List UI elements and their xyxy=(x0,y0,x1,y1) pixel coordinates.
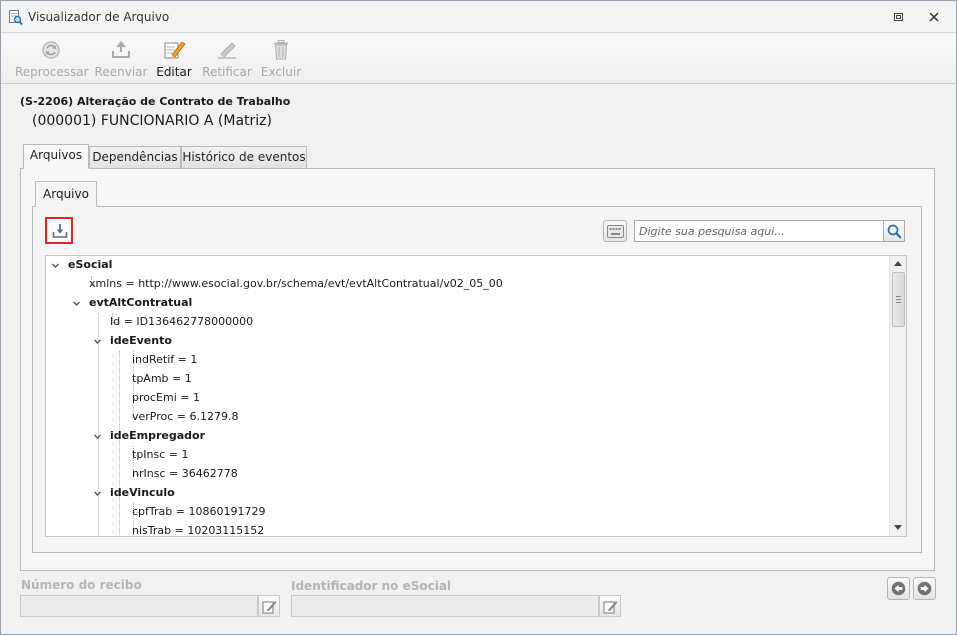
edit-icon xyxy=(262,601,277,614)
xml-tree[interactable]: eSocial xmlns = http://www.esocial.gov.b… xyxy=(45,255,907,537)
receipt-number-field[interactable] xyxy=(20,595,258,617)
tree-node-indretif[interactable]: indRetif = 1 xyxy=(132,351,197,369)
close-icon[interactable] xyxy=(928,11,940,23)
rectify-label: Retificar xyxy=(202,65,252,79)
tab-historico-eventos[interactable]: Histórico de eventos xyxy=(181,146,307,169)
tab-historico-eventos-label: Histórico de eventos xyxy=(182,150,306,164)
tree-node-label: nrInsc = 36462778 xyxy=(132,467,238,480)
tree-node-verproc[interactable]: verProc = 6.1279.8 xyxy=(132,408,239,426)
tree-node-evtaltcontratual[interactable]: evtAltContratual xyxy=(72,294,192,312)
scrollbar-grip xyxy=(896,299,901,300)
scrollbar-grip xyxy=(896,296,901,297)
tree-node-label: cpfTrab = 10860191729 xyxy=(132,505,266,518)
employee-name: (000001) FUNCIONARIO A (Matriz) xyxy=(32,113,272,129)
title-bar: Visualizador de Arquivo xyxy=(1,1,956,33)
tree-node-label: eSocial xyxy=(68,258,113,271)
edit-icon xyxy=(164,41,186,59)
esocial-id-label: Identificador no eSocial xyxy=(291,579,452,593)
chevron-down-icon xyxy=(73,301,80,306)
tab-arquivo[interactable]: Arquivo xyxy=(35,181,97,207)
tree-node-label: Id = ID136462778000000 xyxy=(110,315,254,328)
previous-button[interactable] xyxy=(887,577,910,600)
edit-icon xyxy=(603,601,618,614)
download-icon xyxy=(52,224,68,238)
resend-label: Reenviar xyxy=(94,65,148,79)
tab-dependencias-label: Dependências xyxy=(92,150,178,164)
tree-node-label: indRetif = 1 xyxy=(132,353,198,366)
window-title: Visualizador de Arquivo xyxy=(28,10,170,24)
next-button[interactable] xyxy=(913,577,936,600)
esocial-id-field[interactable] xyxy=(291,595,599,617)
tree-node-label: tpAmb = 1 xyxy=(132,372,192,385)
edit-button[interactable]: Editar xyxy=(153,37,195,81)
download-button[interactable] xyxy=(45,217,73,244)
arrow-right-icon xyxy=(917,581,932,596)
chevron-down-icon xyxy=(94,339,101,344)
tab-dependencias[interactable]: Dependências xyxy=(89,146,181,169)
upload-icon xyxy=(112,41,130,58)
restore-icon[interactable] xyxy=(893,11,905,23)
tree-node-esocial[interactable]: eSocial xyxy=(51,256,112,274)
esocial-id-edit-button[interactable] xyxy=(599,595,621,617)
tab-arquivo-label: Arquivo xyxy=(43,187,89,201)
resend-button[interactable]: Reenviar xyxy=(93,37,149,81)
tree-node-label: nisTrab = 10203115152 xyxy=(132,524,265,537)
trash-icon xyxy=(274,40,288,60)
tree-node-label: tpInsc = 1 xyxy=(132,448,189,461)
toolbar: Reprocessar Reenviar Editar Retificar Ex… xyxy=(1,34,956,84)
file-viewer-window: Visualizador de Arquivo Reprocessar Reen… xyxy=(0,0,957,635)
tree-scrollbar[interactable] xyxy=(889,256,906,536)
edit-label: Editar xyxy=(156,65,192,79)
event-title: (S-2206) Alteração de Contrato de Trabal… xyxy=(20,95,291,108)
tree-node-label: ideEmpregador xyxy=(110,429,205,442)
document-search-icon xyxy=(8,9,23,26)
receipt-edit-button[interactable] xyxy=(258,595,280,617)
search-button[interactable] xyxy=(883,220,905,242)
search-icon xyxy=(887,224,902,239)
virtual-keyboard-button[interactable] xyxy=(603,220,627,242)
tree-node-label: evtAltContratual xyxy=(89,296,193,309)
chevron-down-icon xyxy=(94,491,101,496)
scrollbar-thumb[interactable] xyxy=(892,272,905,327)
tree-node-label: xmlns = http://www.esocial.gov.br/schema… xyxy=(89,277,503,290)
tree-node-id[interactable]: Id = ID136462778000000 xyxy=(110,313,253,331)
chevron-down-icon xyxy=(52,263,59,268)
delete-button[interactable]: Excluir xyxy=(259,37,303,81)
reprocess-label: Reprocessar xyxy=(15,65,89,79)
scroll-down-icon[interactable] xyxy=(893,522,903,532)
tree-node-label: procEmi = 1 xyxy=(132,391,200,404)
delete-label: Excluir xyxy=(260,65,302,79)
rectify-button[interactable]: Retificar xyxy=(201,37,253,81)
tree-node-ideevento[interactable]: ideEvento xyxy=(93,332,172,350)
tree-node-ideempregador[interactable]: ideEmpregador xyxy=(93,427,205,445)
tree-node-tpinsc[interactable]: tpInsc = 1 xyxy=(132,446,189,464)
search-input[interactable] xyxy=(634,220,884,242)
tree-node-label: ideVinculo xyxy=(110,486,175,499)
tree-node-xmlns[interactable]: xmlns = http://www.esocial.gov.br/schema… xyxy=(89,275,503,293)
tree-node-label: verProc = 6.1279.8 xyxy=(132,410,239,423)
scroll-up-icon[interactable] xyxy=(893,259,903,269)
tab-arquivos-label: Arquivos xyxy=(29,148,83,162)
arrow-left-icon xyxy=(891,581,906,596)
chevron-down-icon xyxy=(94,434,101,439)
keyboard-icon xyxy=(607,225,624,238)
tree-node-procemi[interactable]: procEmi = 1 xyxy=(132,389,200,407)
tree-node-idevinculo[interactable]: ideVinculo xyxy=(93,484,175,502)
reprocess-button[interactable]: Reprocessar xyxy=(15,37,89,81)
reprocess-icon xyxy=(42,41,60,59)
tree-node-label: ideEvento xyxy=(110,334,172,347)
tab-arquivos[interactable]: Arquivos xyxy=(23,144,89,169)
receipt-number-label: Número do recibo xyxy=(21,578,142,592)
tree-node-cpftrab[interactable]: cpfTrab = 10860191729 xyxy=(132,503,265,521)
tree-node-nrinsc[interactable]: nrInsc = 36462778 xyxy=(132,465,238,483)
rectify-icon xyxy=(218,42,236,59)
scrollbar-grip xyxy=(896,302,901,303)
tree-node-nistrab[interactable]: nisTrab = 10203115152 xyxy=(132,522,265,537)
tree-node-tpamb[interactable]: tpAmb = 1 xyxy=(132,370,192,388)
